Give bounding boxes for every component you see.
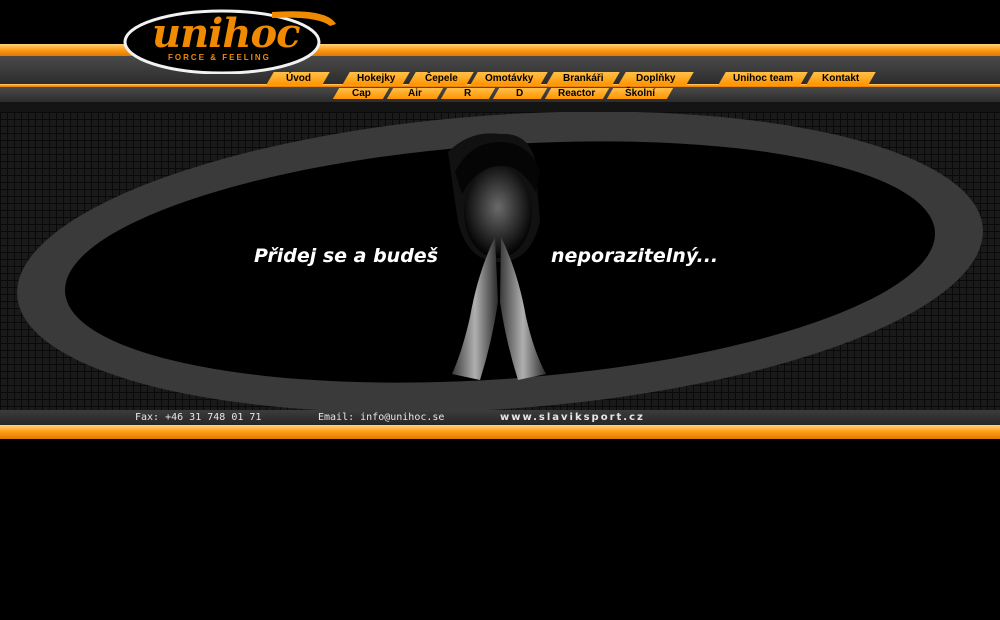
nav-tab-doplnky[interactable]: Doplňky [618,72,694,85]
nav-tab-kontakt[interactable]: Kontakt [806,72,876,85]
praying-figure-image [448,133,546,380]
subnav-tab-reactor[interactable]: Reactor [544,88,610,99]
nav-tab-label: Doplňky [636,73,676,84]
nav-tab-label: Čepele [424,73,458,84]
nav-tab-label: Hokejky [356,73,396,84]
subnav-tab-r[interactable]: R [440,88,496,99]
subnav-tab-label: Air [408,88,422,99]
logo-wordmark: unihoc [152,10,300,57]
subnav-tab-label: Reactor [558,88,596,99]
subnav-tab-cap[interactable]: Cap [332,88,390,99]
headline-left: Přidej se a budeš [254,245,439,267]
subnav-tab-d[interactable]: D [492,88,548,99]
subnav-tab-label: D [516,88,524,99]
nav-tab-omotavky[interactable]: Omotávky [470,72,548,85]
footer-email[interactable]: Email: info@unihoc.se [318,411,444,424]
footer-orange-stripe [0,425,1000,439]
logo-tagline: FORCE & FEELING [168,53,271,62]
footer-website-link[interactable]: www.slaviksport.cz [500,411,645,424]
nav-tab-label: Úvod [285,73,311,84]
headline-right: neporazitelný... [551,245,719,267]
nav-tab-label: Kontakt [822,73,860,84]
header-bottom-strip [0,102,1000,112]
subnav-tab-label: Školní [624,88,655,99]
footer-fax: Fax: +46 31 748 01 71 [135,412,262,423]
nav-tab-brankari[interactable]: Brankáři [546,72,620,85]
nav-tab-label: Unihoc team [732,73,793,84]
nav-tab-unihoc-team[interactable]: Unihoc team [718,72,808,85]
nav-tab-label: Omotávky [484,73,534,84]
hero-banner: Přidej se a budeš neporazitelný... [0,112,1000,412]
nav-tab-hokejky[interactable]: Hokejky [342,72,410,85]
subnav-tab-label: R [464,88,472,99]
unihoc-logo[interactable]: unihoc FORCE & FEELING [122,6,336,74]
nav-tab-cepele[interactable]: Čepele [408,72,474,85]
subnav-tab-air[interactable]: Air [386,88,444,99]
subnav-tab-label: Cap [351,88,371,99]
nav-tab-uvod[interactable]: Úvod [266,72,330,85]
subnav-tab-skolni[interactable]: Školní [606,88,674,99]
nav-tab-label: Brankáři [562,73,604,84]
